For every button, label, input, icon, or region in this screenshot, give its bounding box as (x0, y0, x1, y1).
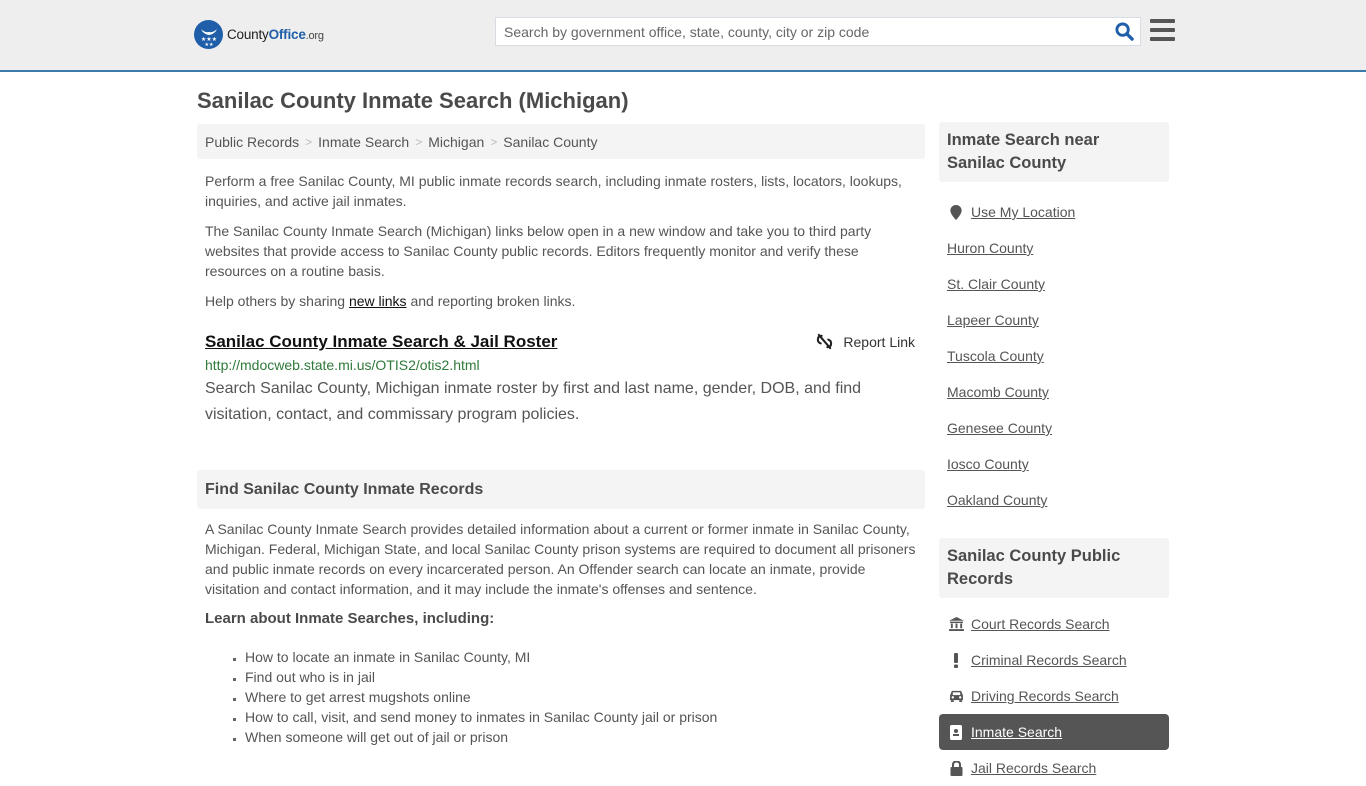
logo-org: .org (305, 30, 324, 42)
records-item: Court Records Search (939, 606, 1169, 642)
records-item-active: Inmate Search (939, 714, 1169, 750)
breadcrumb: Public Records > Inmate Search > Michiga… (197, 124, 925, 159)
learn-list-item: Where to get arrest mugshots online (245, 687, 925, 707)
nearby-county-link[interactable]: Iosco County (947, 456, 1029, 472)
site-search (495, 17, 1141, 46)
nearby-item: Macomb County (939, 374, 1169, 410)
page-title: Sanilac County Inmate Search (Michigan) (197, 88, 629, 113)
share-text-end: and reporting broken links. (406, 293, 576, 309)
search-icon (1114, 22, 1134, 41)
exclamation-icon (947, 652, 965, 668)
search-button[interactable] (1108, 18, 1140, 45)
court-records-link[interactable]: Court Records Search (971, 616, 1110, 632)
site-logo[interactable]: ★★★ ★★ CountyOffice.org (194, 20, 324, 49)
nearby-item: Iosco County (939, 446, 1169, 482)
main-content: Public Records > Inmate Search > Michiga… (197, 124, 925, 747)
use-location-item: Use My Location (939, 194, 1169, 230)
nearby-item: Oakland County (939, 482, 1169, 518)
learn-list-item: How to call, visit, and send money to in… (245, 707, 925, 727)
new-links-link[interactable]: new links (349, 293, 407, 309)
share-paragraph: Help others by sharing new links and rep… (197, 291, 925, 311)
search-input[interactable] (496, 18, 1108, 45)
learn-list-item: Find out who is in jail (245, 667, 925, 687)
breadcrumb-michigan[interactable]: Michigan (428, 134, 484, 150)
nearby-county-link[interactable]: Oakland County (947, 492, 1047, 508)
learn-list-item: When someone will get out of jail or pri… (245, 727, 925, 747)
public-records-list: Court Records Search Criminal Records Se… (939, 606, 1169, 786)
breadcrumb-sanilac-county[interactable]: Sanilac County (503, 134, 597, 150)
nearby-list: Use My Location Huron County St. Clair C… (939, 194, 1169, 518)
sidebar: Inmate Search near Sanilac County Use My… (939, 122, 1169, 786)
share-text: Help others by sharing (205, 293, 349, 309)
result-url: http://mdocweb.state.mi.us/OTIS2/otis2.h… (205, 357, 480, 373)
criminal-records-link[interactable]: Criminal Records Search (971, 652, 1127, 668)
site-header: ★★★ ★★ CountyOffice.org (0, 0, 1366, 72)
nearby-item: Tuscola County (939, 338, 1169, 374)
learn-heading: Learn about Inmate Searches, including: (205, 610, 495, 627)
svg-text:★★: ★★ (204, 42, 213, 46)
use-my-location-link[interactable]: Use My Location (971, 204, 1075, 220)
find-records-heading: Find Sanilac County Inmate Records (197, 470, 925, 509)
records-item: Jail Records Search (939, 750, 1169, 786)
inmate-search-link[interactable]: Inmate Search (971, 724, 1062, 740)
report-link-button[interactable]: Report Link (816, 333, 915, 350)
records-item: Criminal Records Search (939, 642, 1169, 678)
driving-records-link[interactable]: Driving Records Search (971, 688, 1119, 704)
breadcrumb-separator: > (305, 134, 313, 149)
nearby-county-link[interactable]: Genesee County (947, 420, 1052, 436)
nearby-county-link[interactable]: Lapeer County (947, 312, 1039, 328)
learn-list-item: How to locate an inmate in Sanilac Count… (245, 647, 925, 667)
breadcrumb-separator: > (415, 134, 423, 149)
breadcrumb-public-records[interactable]: Public Records (205, 134, 299, 150)
result-listing: Sanilac County Inmate Search & Jail Rost… (197, 331, 925, 428)
hamburger-menu-icon[interactable] (1150, 19, 1175, 41)
logo-county: County (227, 27, 269, 42)
result-title-link[interactable]: Sanilac County Inmate Search & Jail Rost… (205, 331, 557, 353)
menu-bar (1150, 19, 1175, 23)
find-records-paragraph: A Sanilac County Inmate Search provides … (205, 521, 916, 597)
nearby-item: Huron County (939, 230, 1169, 266)
breadcrumb-separator: > (490, 134, 498, 149)
learn-list: How to locate an inmate in Sanilac Count… (197, 647, 925, 747)
nearby-heading: Inmate Search near Sanilac County (939, 122, 1169, 182)
id-badge-icon (947, 724, 965, 740)
nearby-county-link[interactable]: Huron County (947, 240, 1033, 256)
report-link-label: Report Link (843, 333, 915, 350)
broken-link-icon (817, 333, 833, 350)
nearby-item: Lapeer County (939, 302, 1169, 338)
menu-bar (1150, 37, 1175, 41)
courthouse-icon (947, 617, 965, 631)
disclaimer-paragraph: The Sanilac County Inmate Search (Michig… (205, 223, 872, 279)
logo-eagle-icon: ★★★ ★★ (194, 20, 223, 49)
jail-records-link[interactable]: Jail Records Search (971, 760, 1096, 776)
result-description: Search Sanilac County, Michigan inmate r… (205, 380, 862, 423)
map-marker-icon (947, 204, 965, 220)
nearby-county-link[interactable]: Tuscola County (947, 348, 1044, 364)
public-records-heading: Sanilac County Public Records (939, 538, 1169, 598)
logo-office: Office (268, 27, 306, 42)
lock-icon (947, 760, 965, 776)
menu-bar (1150, 28, 1175, 32)
nearby-county-link[interactable]: St. Clair County (947, 276, 1045, 292)
nearby-item: Genesee County (939, 410, 1169, 446)
logo-text: CountyOffice.org (227, 27, 324, 42)
intro-paragraph: Perform a free Sanilac County, MI public… (205, 173, 902, 209)
breadcrumb-inmate-search[interactable]: Inmate Search (318, 134, 409, 150)
car-icon (947, 690, 965, 702)
nearby-county-link[interactable]: Macomb County (947, 384, 1049, 400)
records-item: Driving Records Search (939, 678, 1169, 714)
nearby-item: St. Clair County (939, 266, 1169, 302)
